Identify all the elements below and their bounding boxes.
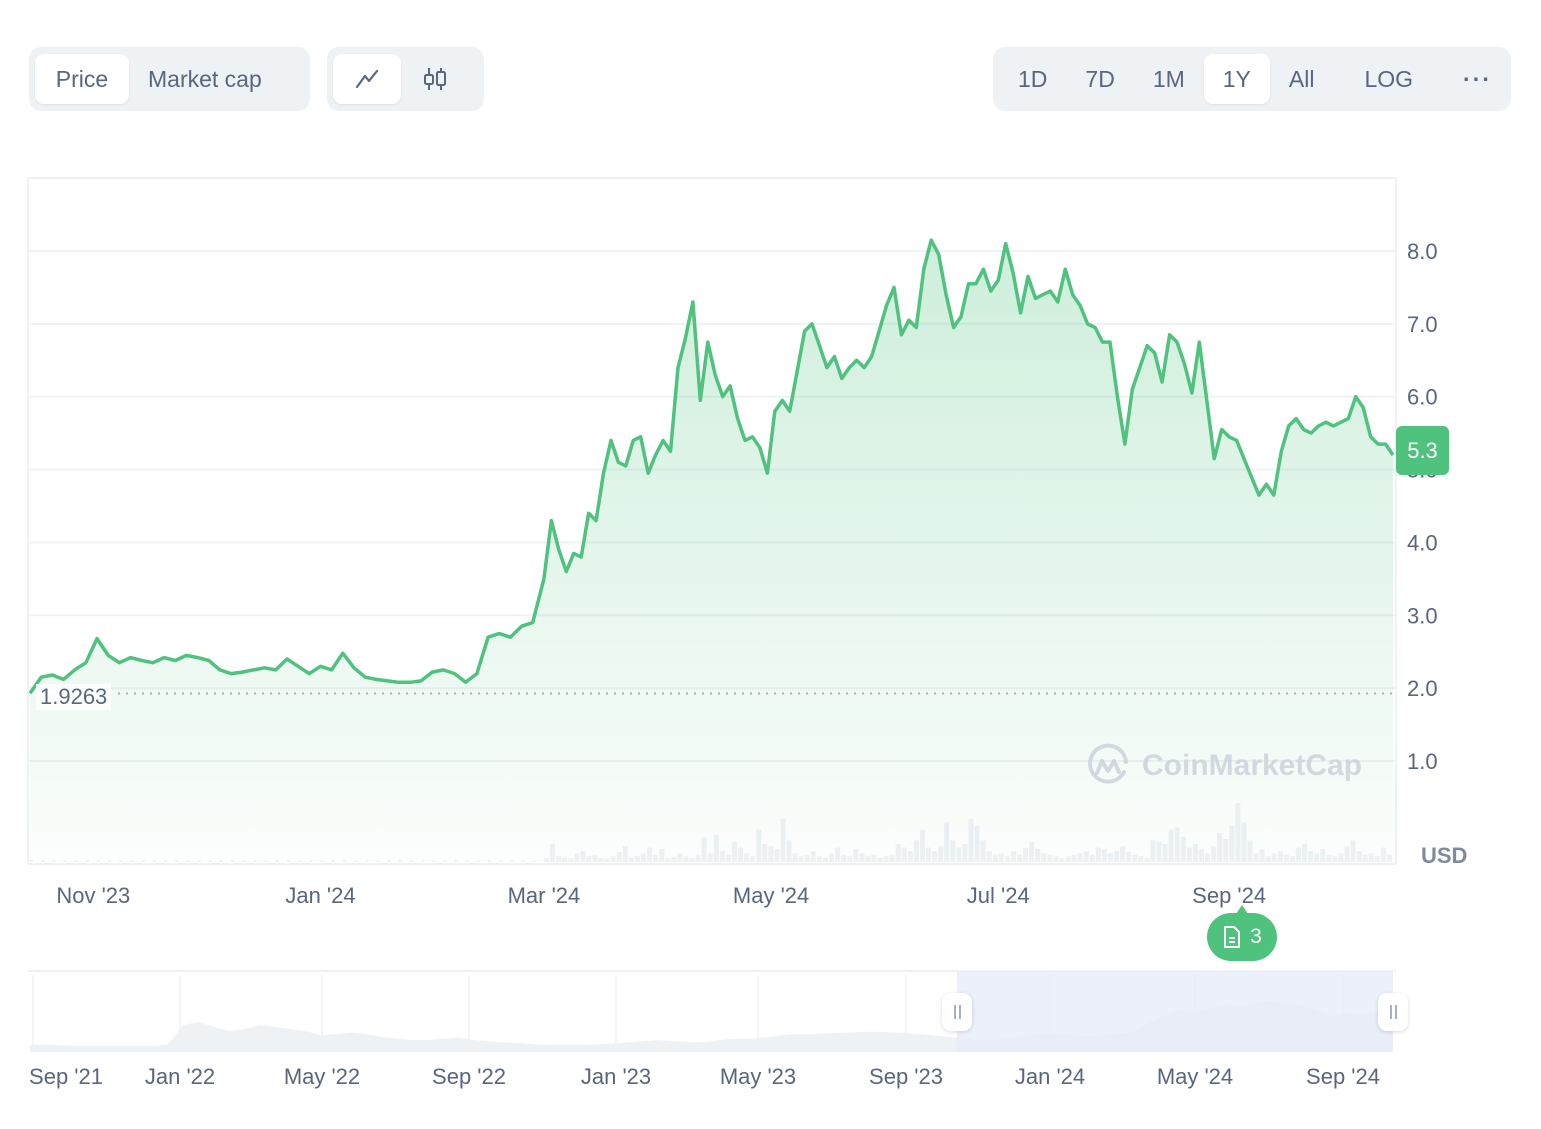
y-tick-label: 1.0 (1407, 749, 1438, 774)
currency-label: USD (1421, 843, 1468, 868)
navigator-tick-label: Sep '21 (29, 1064, 103, 1089)
x-tick-label: May '24 (733, 883, 809, 908)
navigator-selection[interactable] (957, 971, 1393, 1052)
navigator-tick-label: Jan '23 (581, 1064, 651, 1089)
navigator-tick-label: Sep '23 (869, 1064, 943, 1089)
navigator-tick-label: Sep '24 (1306, 1064, 1380, 1089)
watermark-text: CoinMarketCap (1142, 749, 1363, 782)
news-count: 3 (1250, 925, 1262, 948)
coinmarketcap-watermark: CoinMarketCap (1084, 742, 1362, 790)
y-tick-label: 3.0 (1407, 603, 1438, 628)
range-navigator[interactable]: Sep '21 Jan '22 May '22 Sep '22 Jan '23 May '… (28, 970, 1396, 1089)
navigator-tick-label: Jan '22 (145, 1064, 215, 1089)
y-tick-label: 7.0 (1407, 312, 1438, 337)
current-price-badge: 5.3 (1396, 426, 1449, 475)
navigator-x-axis: Sep '21 Jan '22 May '22 Sep '22 Jan '23 May '… (29, 1064, 1380, 1089)
navigator-tick-label: May '23 (720, 1064, 796, 1089)
navigator-left-handle[interactable] (942, 993, 972, 1031)
document-icon (1224, 926, 1241, 948)
price-chart[interactable]: 8.07.06.05.04.03.02.01.0 Nov '23Jan '24M… (0, 0, 1541, 1129)
x-tick-label: Sep '24 (1192, 883, 1266, 908)
x-tick-label: Jan '24 (285, 883, 355, 908)
y-tick-label: 6.0 (1407, 385, 1438, 410)
x-tick-label: Jul '24 (967, 883, 1030, 908)
navigator-tick-label: Sep '22 (432, 1064, 506, 1089)
y-tick-label: 2.0 (1407, 676, 1438, 701)
navigator-right-handle[interactable] (1378, 993, 1408, 1031)
start-price-label: 1.9263 (36, 684, 112, 710)
x-tick-label: Nov '23 (56, 883, 130, 908)
x-tick-label: Mar '24 (508, 883, 581, 908)
y-tick-label: 8.0 (1407, 239, 1438, 264)
navigator-tick-label: May '24 (1157, 1064, 1233, 1089)
navigator-tick-label: Jan '24 (1015, 1064, 1085, 1089)
y-axis: 8.07.06.05.04.03.02.01.0 (1407, 239, 1438, 774)
x-axis: Nov '23 Jan '24 Mar '24 May '24 Jul '24 Sep '… (56, 883, 1266, 908)
navigator-tick-label: May '22 (284, 1064, 360, 1089)
news-badge[interactable]: 3 (1207, 905, 1277, 961)
y-tick-label: 4.0 (1407, 530, 1438, 555)
coinmarketcap-logo-icon (1088, 743, 1128, 784)
